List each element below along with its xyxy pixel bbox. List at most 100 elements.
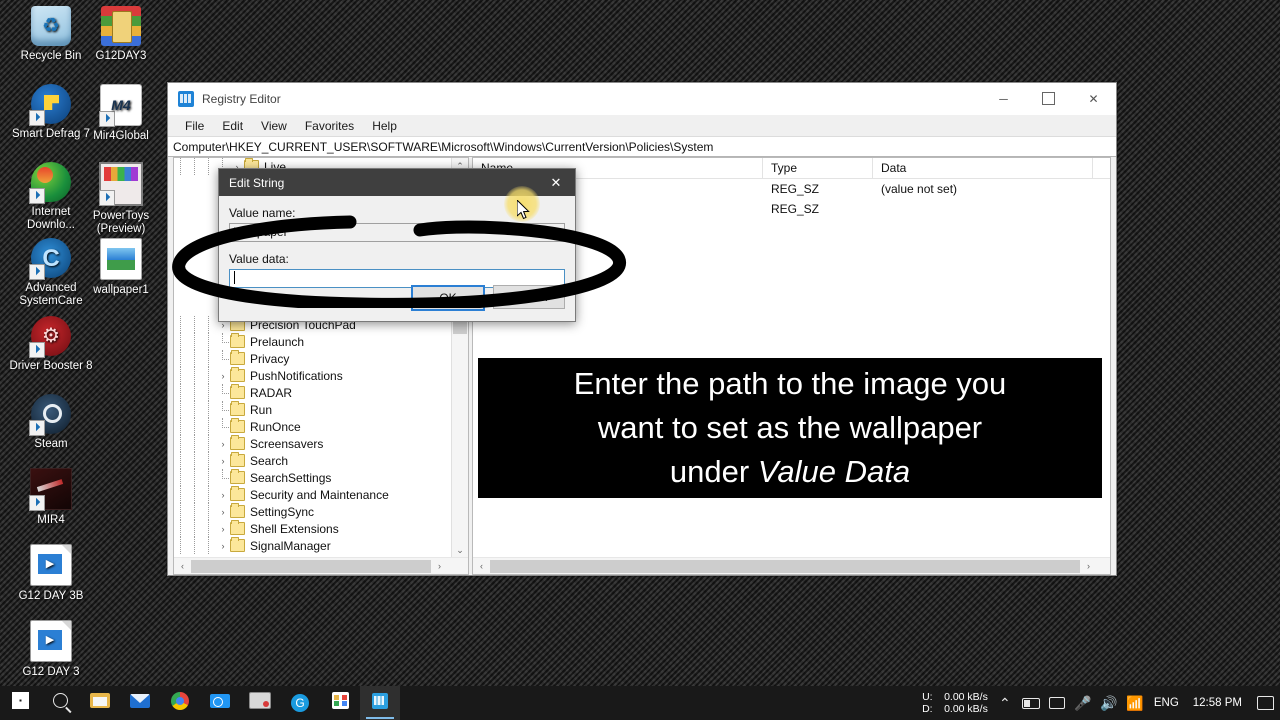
- microsoft-store-button[interactable]: [320, 686, 360, 720]
- tree-item-label: Privacy: [250, 352, 289, 366]
- language-indicator[interactable]: ENG: [1148, 697, 1185, 709]
- address-bar[interactable]: Computer\HKEY_CURRENT_USER\SOFTWARE\Micr…: [168, 136, 1116, 157]
- registry-editor-button[interactable]: [360, 686, 400, 720]
- menu-item-edit[interactable]: Edit: [213, 117, 252, 135]
- menu-bar: FileEditViewFavoritesHelp: [168, 115, 1116, 136]
- caption-line-3-prefix: under: [670, 454, 758, 489]
- tree-indent-guide: [174, 367, 188, 384]
- mir4-icon: [30, 468, 72, 510]
- list-hscroll-left-arrow[interactable]: ‹: [473, 558, 490, 574]
- window-title: Registry Editor: [202, 92, 281, 106]
- tree-expand-chevron-icon[interactable]: ›: [216, 537, 230, 554]
- clock[interactable]: 12:58 PM: [1185, 686, 1250, 720]
- folder-icon: [90, 693, 110, 713]
- screen-recorder-button[interactable]: [240, 686, 280, 720]
- tree-item[interactable]: Run: [174, 401, 468, 418]
- battery-icon[interactable]: [1018, 686, 1044, 720]
- tree-item[interactable]: SearchSettings: [174, 469, 468, 486]
- dialog-title: Edit String: [229, 176, 284, 190]
- tree-hscroll-left-arrow[interactable]: ‹: [174, 558, 191, 574]
- tree-item[interactable]: Privacy: [174, 350, 468, 367]
- volume-icon[interactable]: 🔊: [1096, 686, 1122, 720]
- list-hscroll-thumb[interactable]: [490, 560, 1080, 573]
- desktop-icon[interactable]: PowerToys (Preview): [78, 162, 164, 236]
- menu-item-favorites[interactable]: Favorites: [296, 117, 363, 135]
- tree-item[interactable]: ›Shell Extensions: [174, 520, 468, 537]
- tree-indent-guide: [174, 333, 188, 350]
- menu-item-help[interactable]: Help: [363, 117, 406, 135]
- tree-item-label: Screensavers: [250, 437, 323, 451]
- menu-item-file[interactable]: File: [176, 117, 213, 135]
- chevron-up-icon[interactable]: ⌃: [992, 686, 1018, 720]
- camera-icon[interactable]: [1044, 686, 1070, 720]
- instruction-caption: Enter the path to the image you want to …: [478, 358, 1102, 498]
- tree-expand-chevron-icon[interactable]: ›: [216, 452, 230, 469]
- tree-hscroll-right-arrow[interactable]: ›: [431, 558, 448, 574]
- maximize-button[interactable]: [1026, 83, 1071, 114]
- tree-item[interactable]: › Screensavers: [174, 435, 468, 452]
- menu-item-view[interactable]: View: [252, 117, 296, 135]
- tree-item[interactable]: ›Search: [174, 452, 468, 469]
- tree-expand-chevron-icon[interactable]: ›: [216, 367, 230, 384]
- shortcut-arrow-icon: [29, 110, 45, 126]
- annotation-ellipse: [170, 208, 630, 308]
- column-header-data[interactable]: Data: [873, 158, 1093, 178]
- dialog-close-icon[interactable]: ✕: [537, 169, 575, 196]
- tree-scroll-down-arrow[interactable]: ⌄: [452, 542, 468, 558]
- mail-button[interactable]: [120, 686, 160, 720]
- tree-item[interactable]: ›PushNotifications: [174, 367, 468, 384]
- desktop-icon[interactable]: G12DAY3: [78, 6, 164, 63]
- desktop-icon-label: wallpaper1: [78, 284, 164, 297]
- tree-item[interactable]: RADAR: [174, 384, 468, 401]
- tree-expand-chevron-icon[interactable]: ›: [216, 435, 230, 452]
- column-header-type[interactable]: Type: [763, 158, 873, 178]
- list-horizontal-scrollbar[interactable]: ‹ ›: [473, 557, 1110, 574]
- tree-item[interactable]: RunOnce: [174, 418, 468, 435]
- glary-utilities-button[interactable]: G: [280, 686, 320, 720]
- cell-data: (value not set): [873, 182, 1093, 196]
- tree-expand-chevron-icon[interactable]: ›: [216, 503, 230, 520]
- folder-icon: [230, 403, 245, 416]
- wifi-icon[interactable]: 📶: [1122, 686, 1148, 720]
- winrar-archive-icon: [101, 6, 141, 46]
- desktop-icon[interactable]: Steam: [8, 394, 94, 451]
- search-button[interactable]: [40, 686, 80, 720]
- tree-elbow-line: [216, 418, 230, 435]
- microphone-icon[interactable]: 🎤: [1070, 686, 1096, 720]
- desktop-icon[interactable]: Driver Booster 8: [8, 316, 94, 373]
- tree-expand-chevron-icon[interactable]: ›: [216, 486, 230, 503]
- tree-expand-chevron-icon[interactable]: ›: [216, 520, 230, 537]
- tree-indent-guide: [202, 503, 216, 520]
- tree-item[interactable]: ›SettingSync: [174, 503, 468, 520]
- desktop-icon[interactable]: MIR4: [8, 468, 94, 527]
- internet-download-manager-icon: [31, 162, 71, 202]
- list-hscroll-right-arrow[interactable]: ›: [1080, 558, 1097, 574]
- desktop-icon-label: G12 DAY 3B: [8, 590, 94, 603]
- tree-item[interactable]: ›Security and Maintenance: [174, 486, 468, 503]
- upload-speed: 0.00 kB/s: [944, 691, 988, 703]
- desktop-icon[interactable]: G12 DAY 3: [8, 620, 94, 679]
- camera-recorder-button[interactable]: [200, 686, 240, 720]
- close-button[interactable]: ✕: [1071, 83, 1116, 114]
- file-explorer-button[interactable]: [80, 686, 120, 720]
- tree-item[interactable]: ›SignalManager: [174, 537, 468, 554]
- desktop-icon-label: Driver Booster 8: [8, 360, 94, 373]
- shortcut-arrow-icon: [29, 342, 45, 358]
- tree-elbow-line: [216, 333, 230, 350]
- chrome-button[interactable]: [160, 686, 200, 720]
- tree-hscroll-thumb[interactable]: [191, 560, 431, 573]
- shortcut-arrow-icon: [29, 188, 45, 204]
- tree-indent-guide: [174, 158, 188, 175]
- desktop-icon[interactable]: wallpaper1: [78, 238, 164, 297]
- tree-horizontal-scrollbar[interactable]: ‹ ›: [174, 557, 468, 574]
- tree-item[interactable]: Prelaunch: [174, 333, 468, 350]
- notification-icon[interactable]: [1250, 686, 1280, 720]
- mail-icon: [130, 694, 150, 713]
- network-speed-meter: U:0.00 kB/s D:0.00 kB/s: [922, 691, 988, 715]
- tree-indent-guide: [202, 469, 216, 486]
- desktop-icon[interactable]: G12 DAY 3B: [8, 544, 94, 603]
- registry-editor-window: Registry Editor ─ ✕ FileEditViewFavorite…: [167, 82, 1117, 576]
- start-button[interactable]: [0, 686, 40, 720]
- desktop-icon[interactable]: Mir4Global: [78, 84, 164, 143]
- minimize-button[interactable]: ─: [981, 83, 1026, 114]
